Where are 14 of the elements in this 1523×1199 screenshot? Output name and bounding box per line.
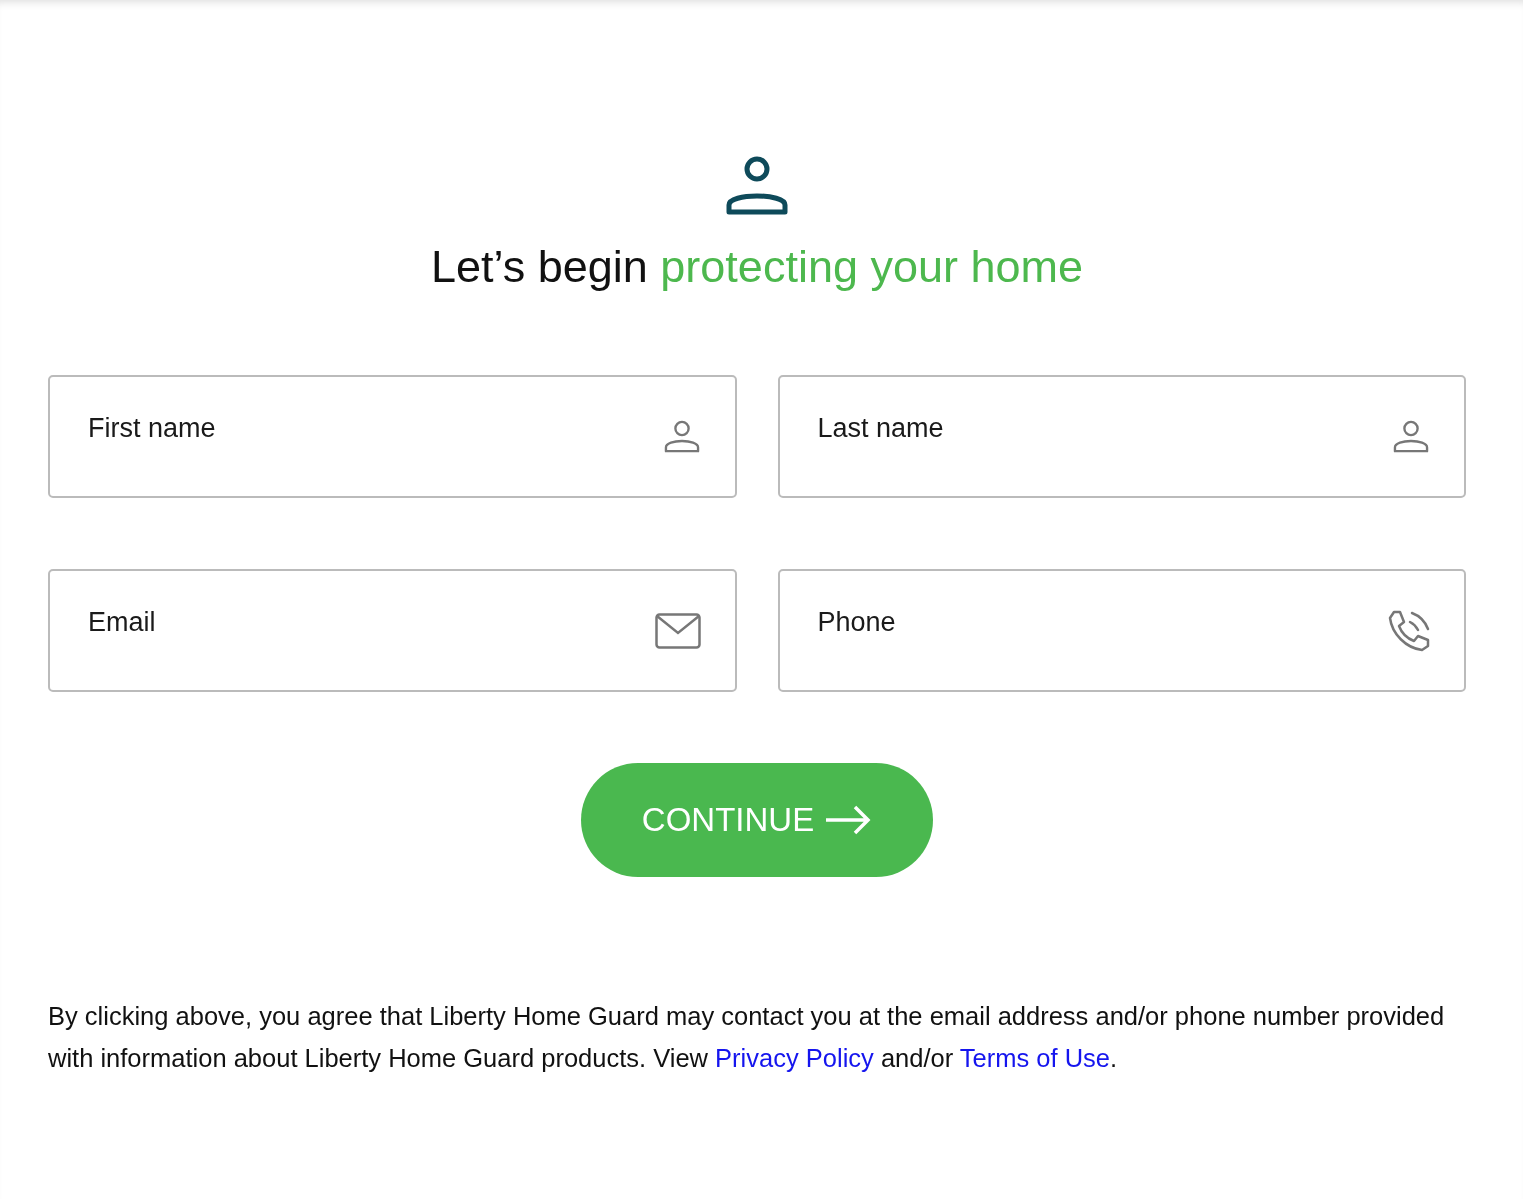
input-field[interactable]: Email [48, 569, 737, 692]
consent-text: By clicking above, you agree that Liberty Home Guard may contact you at the email address and/or phone number provided with information about Liberty Home Guard products. View Privacy Policy and/or Terms of Use. [48, 1001, 1446, 1074]
person-icon [1392, 419, 1430, 454]
input-field[interactable]: Phone [777, 569, 1466, 692]
terms-link[interactable]: Terms of Use [959, 1044, 1111, 1072]
input-field[interactable]: Last name [777, 375, 1466, 498]
envelope-icon [654, 612, 701, 649]
person-icon [725, 155, 789, 215]
arrow-icon [824, 804, 873, 836]
heading: Let’s begin protecting your home [430, 240, 1084, 294]
person-icon [662, 419, 701, 454]
phone-icon [1388, 609, 1430, 652]
input-field[interactable]: First name [48, 375, 737, 498]
privacy-policy-link[interactable]: Privacy Policy [715, 1044, 874, 1072]
